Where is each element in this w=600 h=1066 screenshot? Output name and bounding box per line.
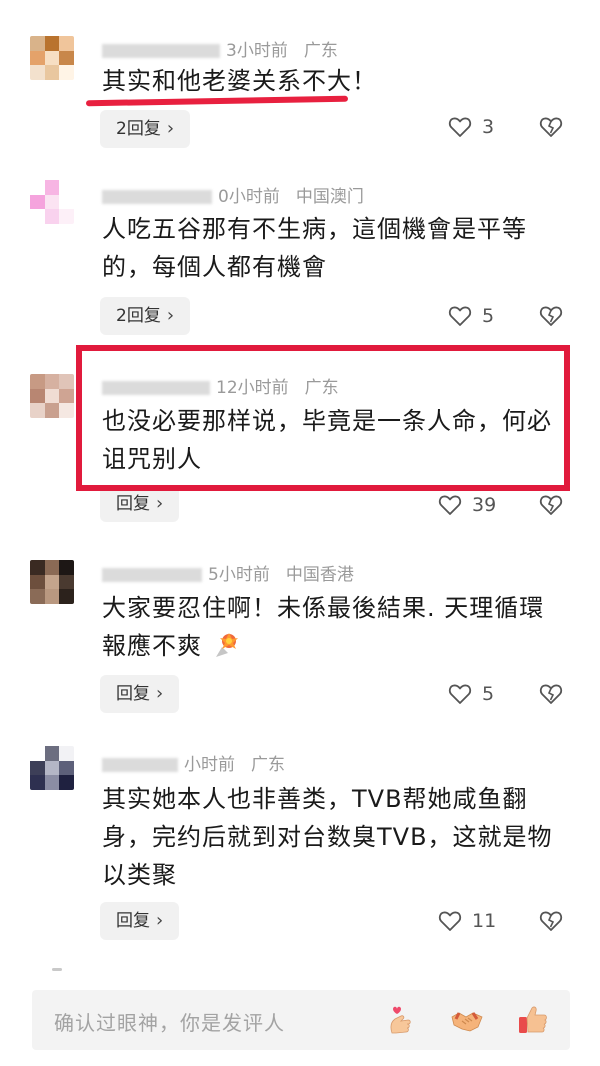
dislike-button[interactable] bbox=[538, 116, 564, 142]
dislike-button[interactable] bbox=[538, 910, 564, 936]
heart-icon bbox=[448, 684, 472, 704]
avatar[interactable] bbox=[30, 560, 74, 604]
reply-label: 2回复 bbox=[116, 306, 161, 326]
heart-icon bbox=[438, 495, 462, 515]
avatar[interactable] bbox=[30, 746, 74, 790]
dislike-button[interactable] bbox=[538, 683, 564, 709]
avatar[interactable] bbox=[30, 374, 74, 418]
heart-icon bbox=[448, 306, 472, 326]
reply-button[interactable]: 2回复 › bbox=[100, 297, 191, 335]
next-comment-edge bbox=[52, 968, 62, 971]
comment-input-placeholder[interactable]: 确认过眼神，你是发评人 bbox=[54, 1007, 285, 1036]
chevron-right-icon: › bbox=[156, 910, 164, 931]
like-count: 11 bbox=[472, 910, 497, 932]
chevron-right-icon: › bbox=[166, 118, 175, 139]
heart-icon bbox=[448, 117, 472, 137]
username-redacted bbox=[102, 568, 202, 582]
comment-text: 其实和他老婆关系不大！ bbox=[102, 67, 377, 95]
rocket-emoji-icon bbox=[216, 633, 238, 657]
heart-icon bbox=[438, 911, 462, 931]
comment-input-bar[interactable]: 确认过眼神，你是发评人 bbox=[32, 990, 570, 1050]
broken-heart-icon bbox=[539, 684, 563, 704]
like-count: 5 bbox=[482, 683, 495, 705]
comment-time: 小时前 bbox=[184, 755, 235, 775]
dislike-button[interactable] bbox=[538, 305, 564, 331]
username-redacted bbox=[102, 758, 178, 772]
chevron-right-icon: › bbox=[166, 305, 175, 326]
comment-time: 5小时前 bbox=[208, 565, 270, 585]
comment-time: 3小时前 bbox=[226, 41, 288, 61]
reply-button[interactable]: 回复 › bbox=[100, 902, 180, 940]
comment-text: 大家要忍住啊！未係最後結果. 天理循環報應不爽 bbox=[102, 594, 545, 660]
avatar[interactable] bbox=[30, 36, 74, 80]
comment-location: 中国香港 bbox=[285, 565, 354, 585]
reply-label: 回复 bbox=[116, 684, 150, 704]
username-redacted bbox=[102, 381, 210, 395]
reply-label: 2回复 bbox=[116, 119, 161, 139]
like-button[interactable]: 3 bbox=[448, 116, 494, 138]
comment-text: 也没必要那样说，毕竟是一条人命，何必诅咒别人 bbox=[102, 407, 552, 473]
username-redacted bbox=[102, 190, 212, 204]
comment-text: 人吃五谷那有不生病，這個機會是平等的，每個人都有機會 bbox=[102, 215, 527, 281]
comment-location: 中国澳门 bbox=[295, 187, 364, 207]
broken-heart-icon bbox=[539, 911, 563, 931]
comment-time: 0小时前 bbox=[218, 187, 280, 207]
comment-meta: 12小时前 广东 bbox=[102, 373, 339, 398]
like-count: 39 bbox=[472, 494, 497, 516]
username-redacted bbox=[102, 44, 220, 58]
comment-text: 其实她本人也非善类，TVB帮她咸鱼翻身，完约后就到对台数臭TVB，这就是物以类聚 bbox=[102, 785, 553, 889]
broken-heart-icon bbox=[539, 117, 563, 137]
comment-meta: 0小时前 中国澳门 bbox=[102, 182, 364, 207]
comment-meta: 5小时前 中国香港 bbox=[102, 560, 354, 585]
thumbs-up-emoji-icon[interactable] bbox=[516, 1003, 550, 1037]
like-count: 5 bbox=[482, 305, 495, 327]
broken-heart-icon bbox=[539, 495, 563, 515]
dislike-button[interactable] bbox=[538, 494, 564, 520]
like-button[interactable]: 39 bbox=[438, 494, 496, 516]
reply-button[interactable]: 回复 › bbox=[100, 675, 180, 713]
comment-meta: 3小时前 广东 bbox=[102, 36, 338, 61]
broken-heart-icon bbox=[539, 306, 563, 326]
handshake-emoji-icon[interactable] bbox=[450, 1003, 484, 1037]
comment-location: 广东 bbox=[304, 378, 339, 398]
like-button[interactable]: 5 bbox=[448, 305, 494, 327]
comment-location: 广东 bbox=[303, 41, 338, 61]
comment-time: 12小时前 bbox=[216, 378, 289, 398]
comment-location: 广东 bbox=[251, 755, 285, 775]
like-button[interactable]: 11 bbox=[438, 910, 496, 932]
like-button[interactable]: 5 bbox=[448, 683, 494, 705]
chevron-right-icon: › bbox=[156, 683, 164, 704]
reply-button[interactable]: 回复 › bbox=[100, 486, 180, 522]
like-count: 3 bbox=[482, 116, 495, 138]
avatar[interactable] bbox=[30, 180, 74, 224]
reply-button[interactable]: 2回复 › bbox=[100, 110, 191, 148]
finger-heart-emoji-icon[interactable] bbox=[384, 1003, 418, 1037]
reply-label: 回复 bbox=[116, 911, 150, 931]
comment-meta: 小时前 广东 bbox=[102, 750, 285, 775]
